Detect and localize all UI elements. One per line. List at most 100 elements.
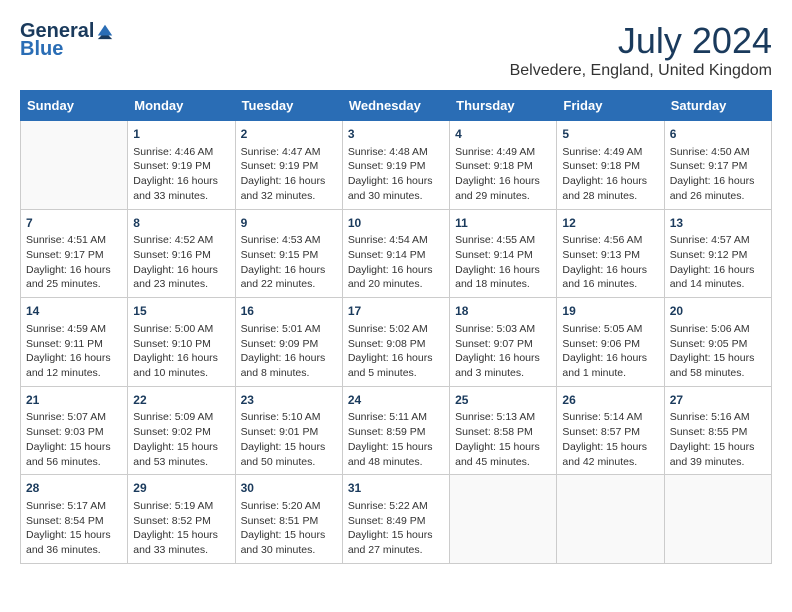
day-number: 10 [348, 215, 444, 232]
day-number: 23 [241, 392, 337, 409]
day-number: 9 [241, 215, 337, 232]
title-section: July 2024 Belvedere, England, United Kin… [510, 20, 772, 80]
cell-content: Sunrise: 5:22 AMSunset: 8:49 PMDaylight:… [348, 499, 444, 558]
calendar-cell: 26Sunrise: 5:14 AMSunset: 8:57 PMDayligh… [557, 386, 664, 475]
cell-content: Sunrise: 4:46 AMSunset: 9:19 PMDaylight:… [133, 145, 229, 204]
calendar-cell: 24Sunrise: 5:11 AMSunset: 8:59 PMDayligh… [342, 386, 449, 475]
cell-content: Sunrise: 5:11 AMSunset: 8:59 PMDaylight:… [348, 410, 444, 469]
cell-content: Sunrise: 5:19 AMSunset: 8:52 PMDaylight:… [133, 499, 229, 558]
day-number: 12 [562, 215, 658, 232]
cell-content: Sunrise: 4:49 AMSunset: 9:18 PMDaylight:… [455, 145, 551, 204]
cell-content: Sunrise: 4:54 AMSunset: 9:14 PMDaylight:… [348, 233, 444, 292]
calendar-cell: 31 Sunrise: 5:22 AMSunset: 8:49 PMDayligh… [342, 475, 449, 564]
calendar-cell: 21Sunrise: 5:07 AMSunset: 9:03 PMDayligh… [21, 386, 128, 475]
day-number: 20 [670, 303, 766, 320]
calendar-week-row: 28Sunrise: 5:17 AMSunset: 8:54 PMDayligh… [21, 475, 772, 564]
day-number: 4 [455, 126, 551, 143]
day-number: 15 [133, 303, 229, 320]
cell-content: Sunrise: 5:10 AMSunset: 9:01 PMDaylight:… [241, 410, 337, 469]
day-number: 21 [26, 392, 122, 409]
cell-content: Sunrise: 4:59 AMSunset: 9:11 PMDaylight:… [26, 322, 122, 381]
day-number: 16 [241, 303, 337, 320]
cell-content: Sunrise: 5:17 AMSunset: 8:54 PMDaylight:… [26, 499, 122, 558]
logo: General Blue [20, 20, 114, 61]
calendar-cell: 7Sunrise: 4:51 AMSunset: 9:17 PMDaylight… [21, 209, 128, 298]
day-number: 11 [455, 215, 551, 232]
calendar-week-row: 7Sunrise: 4:51 AMSunset: 9:17 PMDaylight… [21, 209, 772, 298]
cell-content: Sunrise: 4:49 AMSunset: 9:18 PMDaylight:… [562, 145, 658, 204]
location-subtitle: Belvedere, England, United Kingdom [510, 62, 772, 80]
cell-content: Sunrise: 4:50 AMSunset: 9:17 PMDaylight:… [670, 145, 766, 204]
day-number: 22 [133, 392, 229, 409]
cell-content: Sunrise: 5:09 AMSunset: 9:02 PMDaylight:… [133, 410, 229, 469]
cell-content: Sunrise: 4:52 AMSunset: 9:16 PMDaylight:… [133, 233, 229, 292]
day-number: 19 [562, 303, 658, 320]
calendar-week-row: 21Sunrise: 5:07 AMSunset: 9:03 PMDayligh… [21, 386, 772, 475]
cell-content: Sunrise: 5:06 AMSunset: 9:05 PMDaylight:… [670, 322, 766, 381]
day-number: 26 [562, 392, 658, 409]
calendar-cell [21, 121, 128, 210]
cell-content: Sunrise: 5:05 AMSunset: 9:06 PMDaylight:… [562, 322, 658, 381]
calendar-cell: 4 Sunrise: 4:49 AMSunset: 9:18 PMDaylight… [450, 121, 557, 210]
calendar-cell [450, 475, 557, 564]
day-number: 7 [26, 215, 122, 232]
cell-content: Sunrise: 5:20 AMSunset: 8:51 PMDaylight:… [241, 499, 337, 558]
day-number: 13 [670, 215, 766, 232]
calendar-cell: 16 Sunrise: 5:01 AMSunset: 9:09 PMDayligh… [235, 298, 342, 387]
day-number: 31 [348, 480, 444, 497]
cell-content: Sunrise: 5:00 AMSunset: 9:10 PMDaylight:… [133, 322, 229, 381]
cell-content: Sunrise: 5:01 AMSunset: 9:09 PMDaylight:… [241, 322, 337, 381]
calendar-cell: 2Sunrise: 4:47 AMSunset: 9:19 PMDaylight… [235, 121, 342, 210]
day-number: 2 [241, 126, 337, 143]
calendar-week-row: 14 Sunrise: 4:59 AMSunset: 9:11 PMDayligh… [21, 298, 772, 387]
calendar-week-row: 1Sunrise: 4:46 AMSunset: 9:19 PMDaylight… [21, 121, 772, 210]
weekday-header-sunday: Sunday [21, 91, 128, 121]
calendar-cell: 9Sunrise: 4:53 AMSunset: 9:15 PMDaylight… [235, 209, 342, 298]
logo-icon [96, 22, 114, 40]
weekday-header-saturday: Saturday [664, 91, 771, 121]
day-number: 8 [133, 215, 229, 232]
cell-content: Sunrise: 4:51 AMSunset: 9:17 PMDaylight:… [26, 233, 122, 292]
page-header: General Blue July 2024 Belvedere, Englan… [20, 20, 772, 80]
cell-content: Sunrise: 4:55 AMSunset: 9:14 PMDaylight:… [455, 233, 551, 292]
cell-content: Sunrise: 5:02 AMSunset: 9:08 PMDaylight:… [348, 322, 444, 381]
calendar-cell: 28Sunrise: 5:17 AMSunset: 8:54 PMDayligh… [21, 475, 128, 564]
cell-content: Sunrise: 5:07 AMSunset: 9:03 PMDaylight:… [26, 410, 122, 469]
calendar-cell: 12Sunrise: 4:56 AMSunset: 9:13 PMDayligh… [557, 209, 664, 298]
calendar-cell: 6 Sunrise: 4:50 AMSunset: 9:17 PMDaylight… [664, 121, 771, 210]
day-number: 27 [670, 392, 766, 409]
day-number: 17 [348, 303, 444, 320]
calendar-cell: 22Sunrise: 5:09 AMSunset: 9:02 PMDayligh… [128, 386, 235, 475]
cell-content: Sunrise: 4:53 AMSunset: 9:15 PMDaylight:… [241, 233, 337, 292]
cell-content: Sunrise: 5:14 AMSunset: 8:57 PMDaylight:… [562, 410, 658, 469]
calendar-cell: 3Sunrise: 4:48 AMSunset: 9:19 PMDaylight… [342, 121, 449, 210]
calendar-cell: 23Sunrise: 5:10 AMSunset: 9:01 PMDayligh… [235, 386, 342, 475]
weekday-header-wednesday: Wednesday [342, 91, 449, 121]
cell-content: Sunrise: 4:56 AMSunset: 9:13 PMDaylight:… [562, 233, 658, 292]
weekday-header-row: SundayMondayTuesdayWednesdayThursdayFrid… [21, 91, 772, 121]
calendar-cell: 27Sunrise: 5:16 AMSunset: 8:55 PMDayligh… [664, 386, 771, 475]
cell-content: Sunrise: 4:48 AMSunset: 9:19 PMDaylight:… [348, 145, 444, 204]
cell-content: Sunrise: 5:16 AMSunset: 8:55 PMDaylight:… [670, 410, 766, 469]
cell-content: Sunrise: 5:03 AMSunset: 9:07 PMDaylight:… [455, 322, 551, 381]
day-number: 25 [455, 392, 551, 409]
calendar-cell: 14 Sunrise: 4:59 AMSunset: 9:11 PMDayligh… [21, 298, 128, 387]
calendar-cell: 17 Sunrise: 5:02 AMSunset: 9:08 PMDayligh… [342, 298, 449, 387]
calendar-cell: 11Sunrise: 4:55 AMSunset: 9:14 PMDayligh… [450, 209, 557, 298]
weekday-header-friday: Friday [557, 91, 664, 121]
day-number: 6 [670, 126, 766, 143]
month-year-title: July 2024 [510, 20, 772, 62]
weekday-header-monday: Monday [128, 91, 235, 121]
calendar-cell: 10Sunrise: 4:54 AMSunset: 9:14 PMDayligh… [342, 209, 449, 298]
day-number: 14 [26, 303, 122, 320]
cell-content: Sunrise: 4:57 AMSunset: 9:12 PMDaylight:… [670, 233, 766, 292]
weekday-header-tuesday: Tuesday [235, 91, 342, 121]
day-number: 5 [562, 126, 658, 143]
calendar-cell: 25Sunrise: 5:13 AMSunset: 8:58 PMDayligh… [450, 386, 557, 475]
calendar-cell: 8Sunrise: 4:52 AMSunset: 9:16 PMDaylight… [128, 209, 235, 298]
calendar-cell: 15 Sunrise: 5:00 AMSunset: 9:10 PMDayligh… [128, 298, 235, 387]
weekday-header-thursday: Thursday [450, 91, 557, 121]
calendar-cell: 20 Sunrise: 5:06 AMSunset: 9:05 PMDayligh… [664, 298, 771, 387]
calendar-cell: 5 Sunrise: 4:49 AMSunset: 9:18 PMDaylight… [557, 121, 664, 210]
calendar-cell: 19 Sunrise: 5:05 AMSunset: 9:06 PMDayligh… [557, 298, 664, 387]
